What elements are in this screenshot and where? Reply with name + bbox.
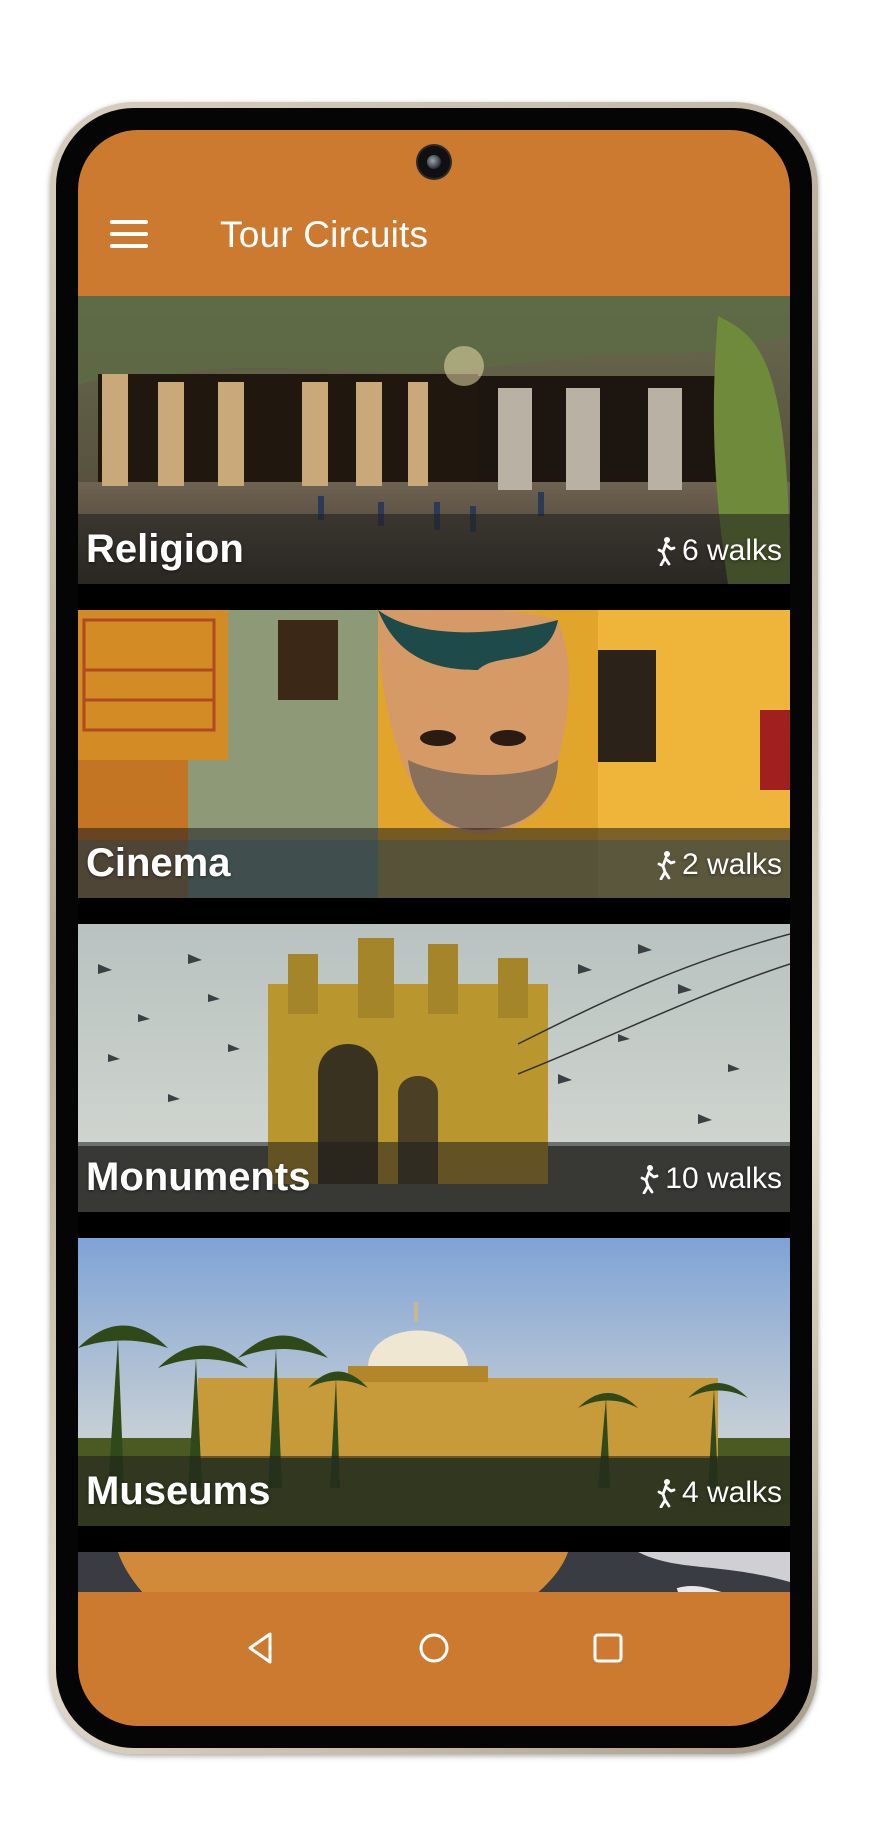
walk-count: 6 walks bbox=[654, 534, 782, 568]
walk-count-label: 6 walks bbox=[681, 534, 782, 567]
partial-food-photo bbox=[78, 1552, 790, 1592]
circuit-name: Museums bbox=[86, 1469, 271, 1513]
walk-count-label: 2 walks bbox=[681, 848, 782, 881]
walking-person-icon bbox=[657, 1479, 676, 1508]
walking-person-icon bbox=[640, 1165, 659, 1194]
walk-count-label: 4 walks bbox=[681, 1476, 782, 1509]
walking-person-icon bbox=[657, 537, 676, 566]
walking-person-icon bbox=[657, 851, 676, 880]
circuit-card-partial[interactable] bbox=[78, 1552, 790, 1592]
circuit-card-cinema[interactable]: Cinema 2 walks bbox=[78, 610, 790, 898]
app-screen: Tour Circuits Religion 6 walks Cinema 2 … bbox=[78, 130, 790, 1726]
back-triangle-icon[interactable] bbox=[232, 1620, 288, 1676]
circuit-name: Religion bbox=[86, 527, 244, 571]
hamburger-menu-icon[interactable] bbox=[108, 218, 150, 250]
circuit-name: Cinema bbox=[86, 841, 231, 885]
walk-count: 4 walks bbox=[654, 1476, 782, 1510]
walk-count-label: 10 walks bbox=[665, 1162, 782, 1195]
walk-count: 2 walks bbox=[654, 848, 782, 882]
home-circle-icon[interactable] bbox=[406, 1620, 462, 1676]
walk-count: 10 walks bbox=[637, 1162, 782, 1196]
front-camera bbox=[418, 146, 450, 178]
circuit-card-monuments[interactable]: Monuments 10 walks bbox=[78, 924, 790, 1212]
circuit-name: Monuments bbox=[86, 1155, 311, 1199]
recents-square-icon[interactable] bbox=[580, 1620, 636, 1676]
page-title: Tour Circuits bbox=[220, 214, 429, 255]
circuit-card-religion[interactable]: Religion 6 walks bbox=[78, 296, 790, 584]
system-nav-bar bbox=[78, 1592, 790, 1726]
circuit-card-museums[interactable]: Museums 4 walks bbox=[78, 1238, 790, 1526]
circuit-list[interactable]: Religion 6 walks Cinema 2 walks Monument… bbox=[78, 296, 790, 1592]
app-bar: Tour Circuits bbox=[78, 130, 790, 296]
